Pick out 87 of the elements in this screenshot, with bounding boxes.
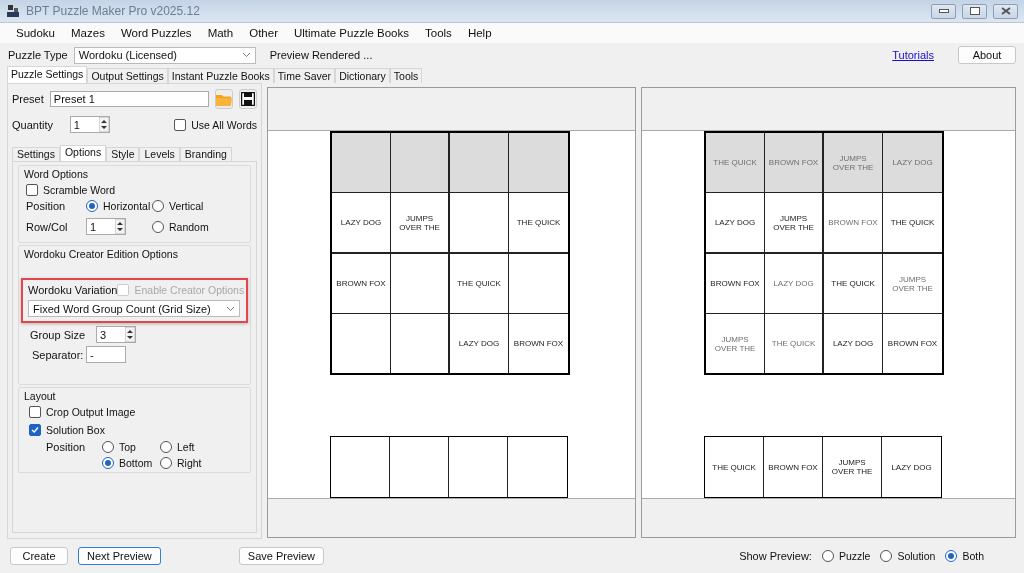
- menu-item[interactable]: Mazes: [63, 27, 113, 39]
- separator-field[interactable]: -: [86, 346, 126, 363]
- show-preview-label: Show Preview:: [739, 550, 812, 562]
- grid-cell: JUMPS OVER THE: [824, 133, 884, 193]
- quantity-spinner[interactable]: 1: [69, 116, 111, 133]
- grid-cell: THE QUICK: [450, 254, 509, 314]
- spin-arrows-icon[interactable]: [115, 219, 125, 234]
- grid-cell: BROWN FOX: [706, 254, 766, 314]
- action-button[interactable]: Save Preview: [238, 547, 325, 565]
- scramble-word-checkbox[interactable]: Scramble Word: [26, 184, 243, 196]
- radio-option[interactable]: Left: [160, 441, 243, 453]
- about-button[interactable]: About: [958, 46, 1016, 64]
- tab[interactable]: Branding: [179, 147, 232, 161]
- tab[interactable]: Style: [106, 147, 140, 161]
- action-button[interactable]: Create: [10, 547, 68, 565]
- radio-option[interactable]: Solution: [880, 550, 936, 562]
- tab[interactable]: Tools: [389, 68, 423, 83]
- menu-item[interactable]: Help: [459, 27, 500, 39]
- quantity-label: Quantity: [12, 118, 54, 131]
- save-button[interactable]: [238, 89, 257, 109]
- minimize-icon: [938, 9, 949, 13]
- preset-field[interactable]: Preset 1: [49, 91, 209, 107]
- tab[interactable]: Time Saver: [273, 68, 336, 83]
- radio-option[interactable]: Random: [152, 220, 243, 233]
- radio-option[interactable]: Both: [945, 550, 984, 562]
- menu-item[interactable]: Ultimate Puzzle Books: [285, 27, 417, 39]
- tab[interactable]: Settings: [12, 147, 60, 161]
- use-all-words-checkbox[interactable]: Use All Words: [174, 118, 257, 131]
- close-button[interactable]: [993, 3, 1018, 19]
- group-title: Wordoku Creator Edition Options: [24, 248, 178, 260]
- group-size-spinner[interactable]: 3: [96, 326, 136, 343]
- grid-cell: JUMPS OVER THE: [391, 193, 450, 254]
- action-button[interactable]: Next Preview: [78, 547, 161, 565]
- preset-label: Preset: [12, 93, 44, 105]
- solution-box-checkbox[interactable]: Solution Box: [29, 424, 243, 436]
- maximize-button[interactable]: [962, 3, 987, 19]
- radio-option[interactable]: Vertical: [152, 200, 243, 212]
- radio-option[interactable]: Puzzle: [821, 550, 871, 562]
- grid-cell: THE QUICK: [706, 133, 766, 193]
- crop-output-checkbox[interactable]: Crop Output Image: [29, 406, 243, 418]
- grid-cell: BROWN FOX: [824, 193, 884, 254]
- puzzle-type-label: Puzzle Type: [8, 49, 68, 61]
- chevron-down-icon: [226, 305, 235, 312]
- group-title: Layout: [24, 390, 56, 402]
- window-title: BPT Puzzle Maker Pro v2025.12: [26, 4, 201, 18]
- tab[interactable]: Output Settings: [87, 68, 168, 83]
- grid-cell: LAZY DOG: [765, 254, 825, 314]
- menu-item[interactable]: Other: [241, 27, 286, 39]
- tab[interactable]: Dictionary: [335, 68, 390, 83]
- maximize-icon: [969, 7, 980, 15]
- close-icon: [1000, 7, 1011, 15]
- tab[interactable]: Instant Puzzle Books: [167, 68, 274, 83]
- grid-cell: LAZY DOG: [706, 193, 766, 254]
- spin-arrows-icon[interactable]: [99, 117, 110, 132]
- grid-cell: BROWN FOX: [765, 133, 825, 193]
- group-size-label: Group Size: [30, 328, 87, 341]
- position-label: Position: [26, 200, 67, 212]
- app-logo-icon: [6, 4, 20, 18]
- menu-item[interactable]: Word Puzzles: [112, 27, 200, 39]
- spin-arrows-icon[interactable]: [125, 327, 135, 342]
- checkmark-icon: [31, 426, 39, 434]
- tab[interactable]: Levels: [139, 147, 180, 161]
- radio-option[interactable]: Top: [102, 441, 160, 453]
- menu-item[interactable]: Math: [199, 27, 242, 39]
- grid-cell: LAZY DOG: [332, 193, 391, 254]
- grid-cell: BROWN FOX: [332, 254, 391, 314]
- tutorials-link[interactable]: Tutorials: [892, 49, 934, 61]
- menu-item[interactable]: Sudoku: [8, 27, 63, 39]
- radio-option[interactable]: Right: [160, 457, 243, 469]
- puzzle-type-dropdown[interactable]: Wordoku (Licensed): [73, 46, 256, 64]
- group-title: Word Options: [24, 168, 88, 180]
- grid-cell: JUMPS OVER THE: [765, 193, 825, 254]
- variation-dropdown[interactable]: Fixed Word Group Count (Grid Size): [28, 300, 240, 317]
- variation-label: Wordoku Variation: [28, 284, 118, 296]
- grid-cell: THE QUICK: [824, 254, 884, 314]
- menu-item[interactable]: Tools: [417, 27, 460, 39]
- position-label: Position: [46, 441, 87, 453]
- row-col-spinner[interactable]: 1: [86, 218, 126, 235]
- minimize-button[interactable]: [931, 3, 956, 19]
- tab[interactable]: Options: [59, 145, 107, 161]
- row-col-label: Row/Col: [26, 220, 69, 233]
- status-text: Preview Rendered ...: [269, 49, 373, 61]
- radio-option[interactable]: Horizontal: [86, 200, 152, 212]
- tab[interactable]: Puzzle Settings: [7, 66, 88, 83]
- grid-cell: LAZY DOG: [883, 133, 943, 193]
- radio-option[interactable]: Bottom: [102, 457, 160, 469]
- chevron-down-icon: [241, 52, 251, 58]
